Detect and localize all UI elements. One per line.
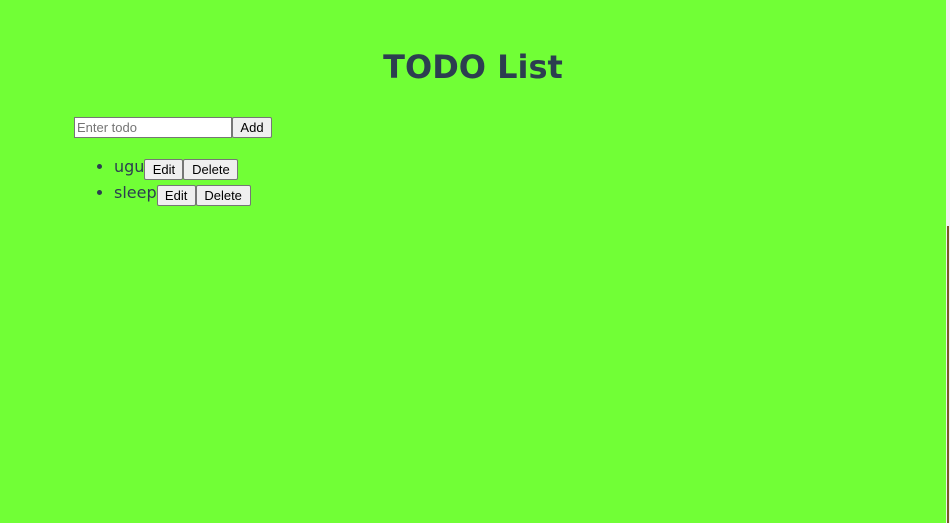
scrollbar[interactable] [946,0,950,523]
list-item: ugu Edit Delete [97,156,251,182]
scrollbar-thumb[interactable] [947,226,949,523]
todo-text: sleep [114,183,157,202]
add-todo-form: Add [74,117,272,138]
edit-button[interactable]: Edit [144,158,184,180]
add-button[interactable]: Add [232,117,272,138]
bullet-icon [97,164,102,169]
delete-button[interactable]: Delete [195,184,251,206]
list-item: sleep Edit Delete [97,182,251,208]
edit-button[interactable]: Edit [156,184,196,206]
todo-text: ugu [114,157,145,176]
bullet-icon [97,190,102,195]
delete-button[interactable]: Delete [183,158,239,180]
todo-input[interactable] [74,117,232,138]
todo-app: TODO List Add ugu Edit Delete sleep Edit… [0,0,946,523]
todo-list: ugu Edit Delete sleep Edit Delete [74,156,251,208]
page-title: TODO List [383,48,563,86]
